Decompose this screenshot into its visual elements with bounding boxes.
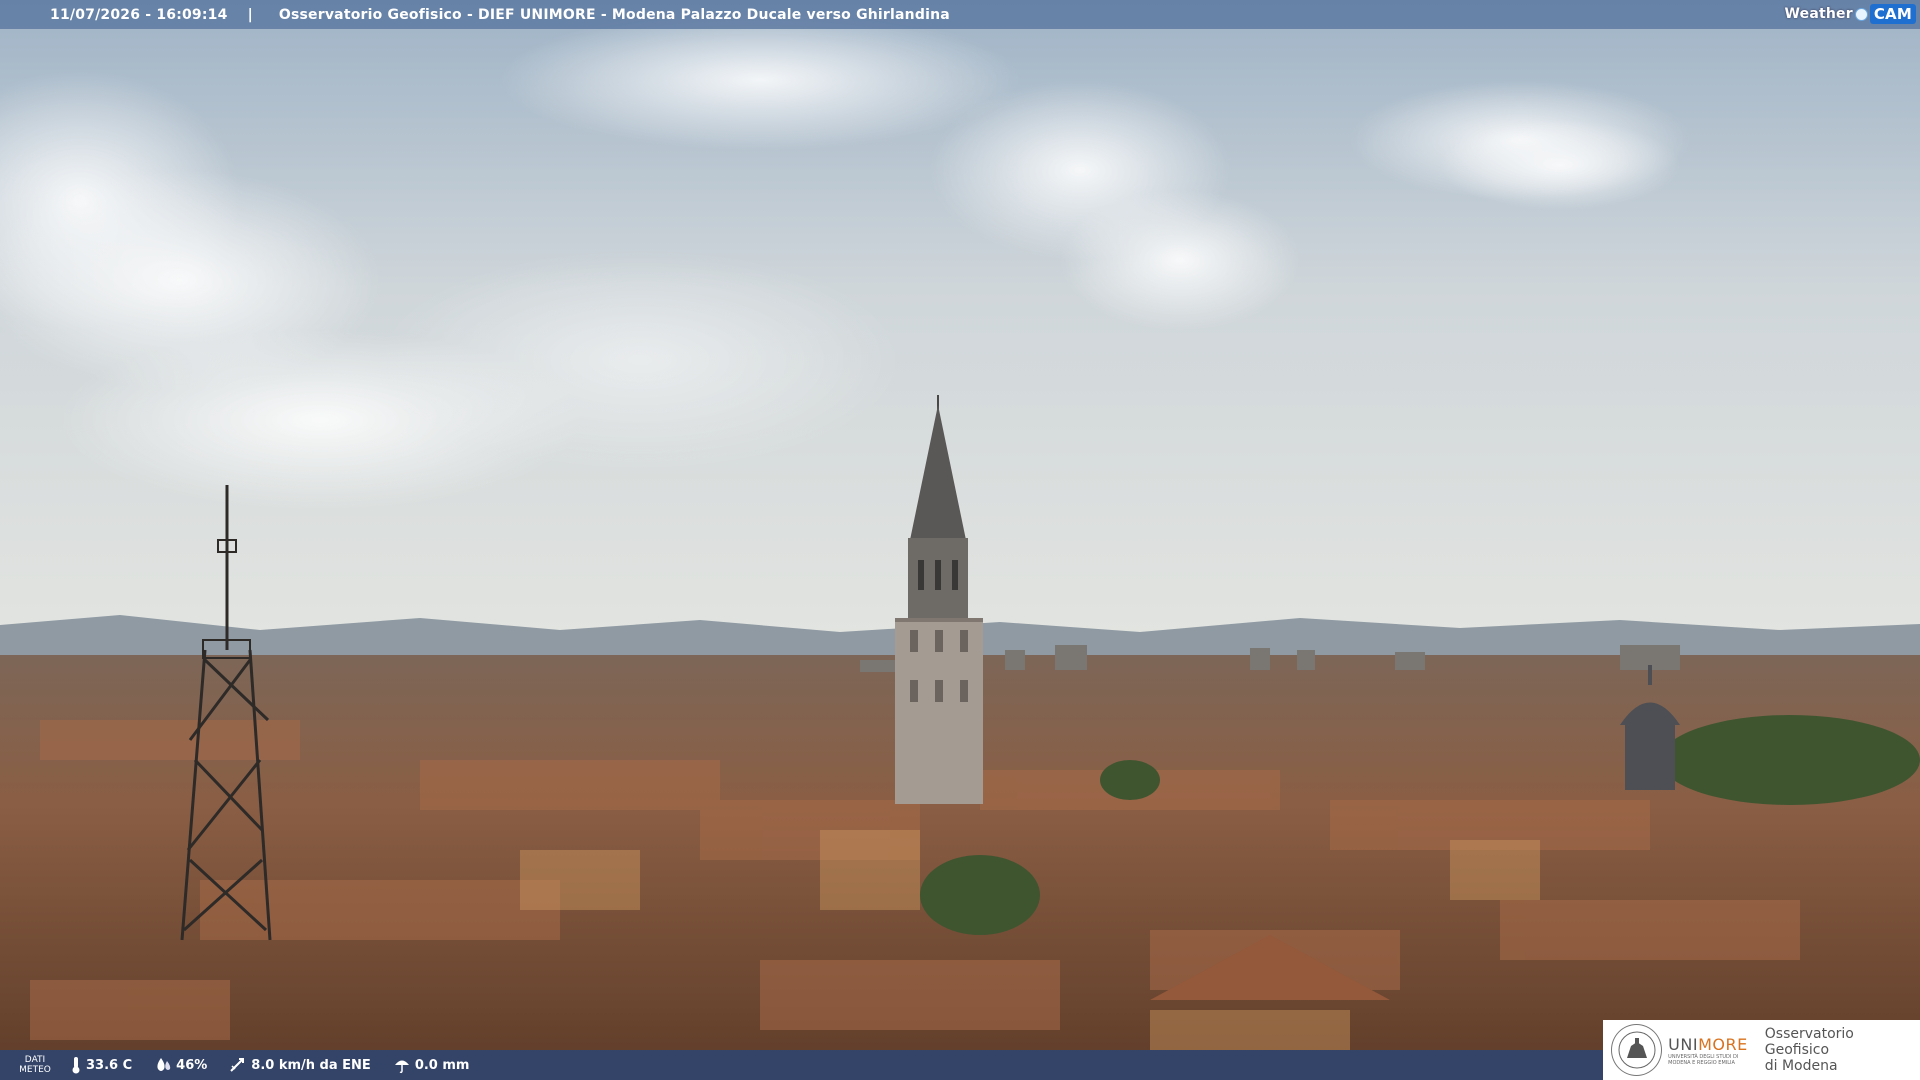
wind-reading: 8.0 km/h da ENE [229,1056,371,1074]
unimore-name: UNIMORE [1668,1035,1753,1054]
rain-value: 0.0 mm [414,1057,470,1073]
title-bar: 11/07/2026 - 16:09:14 | Osservatorio Geo… [0,0,1920,29]
humidity-reading: 46% [154,1056,207,1074]
temperature-reading: 33.6 C [70,1056,132,1074]
uni-text: UNI [1668,1034,1699,1054]
weathercam-dot-icon [1854,7,1868,21]
location-title: Osservatorio Geofisico - DIEF UNIMORE - … [278,6,950,23]
title-separator: | [247,6,253,23]
wind-value: 8.0 km/h da ENE [251,1057,371,1073]
weather-data-bar: DATI METEO 33.6 C 46% 8.0 km/h da ENE 0.… [0,1050,1610,1080]
timestamp: 11/07/2026 - 16:09:14 [50,6,228,23]
observatory-name: Osservatorio Geofisico di Modena [1765,1026,1920,1074]
university-seal-icon [1611,1024,1663,1076]
rain-reading: 0.0 mm [393,1056,470,1074]
unimore-logo-box: UNIMORE UNIVERSITÀ DEGLI STUDI DI MODENA… [1603,1020,1920,1080]
dati-meteo-label: DATI METEO [0,1055,70,1075]
meteo-label: METEO [19,1065,51,1075]
unimore-wordmark: UNIMORE UNIVERSITÀ DEGLI STUDI DI MODENA… [1668,1035,1753,1066]
humidity-drop-icon [157,1058,171,1071]
weathercam-logo: Weather CAM [1784,3,1916,25]
university-subtitle-2: MODENA E REGGIO EMILIA [1668,1059,1735,1066]
temperature-value: 33.6 C [86,1057,133,1073]
weathercam-cam-text: CAM [1869,4,1916,24]
umbrella-icon [394,1060,409,1074]
humidity-value: 46% [176,1057,208,1073]
observatory-line-1: Osservatorio Geofisico [1764,1026,1854,1058]
weathercam-weather-text: Weather [1784,6,1853,22]
observatory-line-2: di Modena [1764,1058,1838,1074]
thermometer-icon [72,1057,80,1074]
dati-label: DATI [24,1055,46,1065]
more-text: MORE [1698,1034,1748,1054]
wind-icon [230,1058,245,1072]
webcam-scene [0,0,1920,1080]
